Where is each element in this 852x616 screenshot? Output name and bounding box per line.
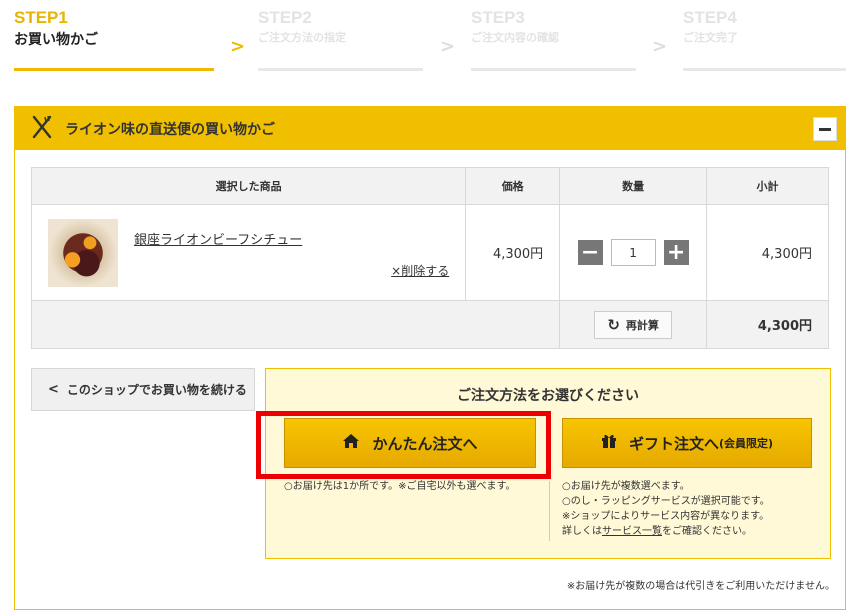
recalc-cell: ↻ 再計算 bbox=[559, 300, 708, 349]
gift-note-text: 詳しくは bbox=[562, 526, 602, 537]
step-1-underline bbox=[14, 68, 214, 71]
minus-icon bbox=[819, 127, 831, 131]
gift-note: ○お届け先が複数選べます。 bbox=[562, 481, 690, 492]
gift-note: ※ショップによりサービス内容が異なります。 bbox=[562, 511, 770, 522]
chevron-left-icon: < bbox=[48, 382, 59, 397]
collapse-button[interactable] bbox=[813, 117, 837, 141]
cart-panel-header: ライオン味の直送便の買い物かご bbox=[15, 107, 845, 150]
subtotal-cell: 4,300円 bbox=[706, 204, 829, 301]
table-header-row: 選択した商品 価格 数量 小計 bbox=[30, 167, 829, 205]
step-number: STEP4 bbox=[683, 8, 737, 27]
order-method-title: ご注文方法をお選びください bbox=[457, 388, 639, 404]
easy-order-note: ○お届け先は1か所です。※ご自宅以外も選べます。 bbox=[284, 481, 516, 492]
quantity-input[interactable]: 1 bbox=[610, 239, 656, 266]
cart-title: ライオン味の直送便の買い物かご bbox=[65, 121, 275, 138]
gift-note: 詳しくはサービス一覧をご確認ください。 bbox=[562, 524, 770, 539]
column-header-item: 選択した商品 bbox=[30, 167, 467, 205]
step-label: ご注文完了 bbox=[683, 31, 738, 44]
recalculate-button[interactable]: ↻ 再計算 bbox=[594, 310, 673, 339]
plus-icon: + bbox=[666, 239, 686, 265]
cart-table: 選択した商品 価格 数量 小計 銀座ライオンビーフシチュー ×削除する 4,30… bbox=[30, 167, 829, 349]
step-3: STEP3 ご注文内容の確認 bbox=[471, 8, 559, 45]
step-number: STEP1 bbox=[14, 8, 68, 27]
refresh-icon: ↻ bbox=[607, 315, 620, 334]
utensils-icon bbox=[31, 115, 53, 143]
step-indicator: STEP1 お買い物かご > STEP2 ご注文方法の指定 > STEP3 ご注… bbox=[0, 0, 852, 80]
step-number: STEP2 bbox=[258, 8, 312, 27]
quantity-stepper: − 1 + bbox=[560, 239, 706, 266]
total-value: 4,300円 bbox=[706, 300, 829, 349]
step-2: STEP2 ご注文方法の指定 bbox=[258, 8, 346, 45]
column-header-qty: 数量 bbox=[559, 167, 708, 205]
gift-order-label: ギフト注文へ bbox=[628, 434, 719, 453]
increase-qty-button[interactable]: + bbox=[663, 239, 689, 265]
total-row: ↻ 再計算 4,300円 bbox=[30, 300, 829, 349]
step-label: お買い物かご bbox=[14, 32, 98, 48]
service-list-link[interactable]: サービス一覧 bbox=[602, 526, 662, 537]
footer-note: ※お届け先が複数の場合は代引きをご利用いただけません。 bbox=[566, 581, 835, 592]
step-2-underline bbox=[258, 68, 423, 71]
chevron-right-icon: > bbox=[440, 36, 456, 57]
gift-note-text: をご確認ください。 bbox=[662, 526, 752, 537]
gift-icon bbox=[601, 433, 617, 454]
continue-shopping-label: このショップでお買い物を続ける bbox=[66, 383, 247, 397]
gift-order-button[interactable]: ギフト注文へ (会員限定) bbox=[562, 418, 812, 468]
delete-item-link[interactable]: ×削除する bbox=[391, 262, 449, 279]
gift-order-notes: ○お届け先が複数選べます。 ○のし・ラッピングサービスが選択可能です。 ※ショッ… bbox=[562, 479, 770, 539]
price-cell: 4,300円 bbox=[465, 204, 561, 301]
table-row: 銀座ライオンビーフシチュー ×削除する 4,300円 − 1 + 4,300円 bbox=[30, 204, 829, 301]
minus-icon: − bbox=[580, 239, 600, 265]
chevron-right-icon: > bbox=[652, 36, 668, 57]
column-header-price: 価格 bbox=[465, 167, 561, 205]
product-image[interactable] bbox=[48, 219, 118, 287]
step-label: ご注文方法の指定 bbox=[258, 31, 346, 44]
recalculate-label: 再計算 bbox=[625, 318, 659, 332]
gift-order-sublabel: (会員限定) bbox=[718, 437, 774, 450]
step-number: STEP3 bbox=[471, 8, 525, 27]
step-label: ご注文内容の確認 bbox=[471, 31, 559, 44]
cart-panel: ライオン味の直送便の買い物かご 選択した商品 価格 数量 小計 銀座ライオンビー… bbox=[14, 106, 846, 610]
total-row-spacer bbox=[30, 300, 561, 349]
gift-note: ○のし・ラッピングサービスが選択可能です。 bbox=[562, 496, 770, 507]
continue-shopping-button[interactable]: < このショップでお買い物を続ける bbox=[31, 368, 255, 411]
divider bbox=[549, 481, 550, 541]
step-4: STEP4 ご注文完了 bbox=[683, 8, 738, 45]
step-1: STEP1 お買い物かご bbox=[14, 8, 98, 49]
decrease-qty-button[interactable]: − bbox=[577, 239, 603, 265]
step-3-underline bbox=[471, 68, 636, 71]
item-cell: 銀座ライオンビーフシチュー ×削除する bbox=[30, 204, 467, 301]
chevron-right-icon: > bbox=[230, 36, 246, 57]
qty-cell: − 1 + bbox=[559, 204, 708, 301]
highlight-box bbox=[256, 411, 551, 479]
step-4-underline bbox=[683, 68, 846, 71]
column-header-subtotal: 小計 bbox=[706, 167, 829, 205]
product-name-link[interactable]: 銀座ライオンビーフシチュー bbox=[134, 229, 302, 248]
